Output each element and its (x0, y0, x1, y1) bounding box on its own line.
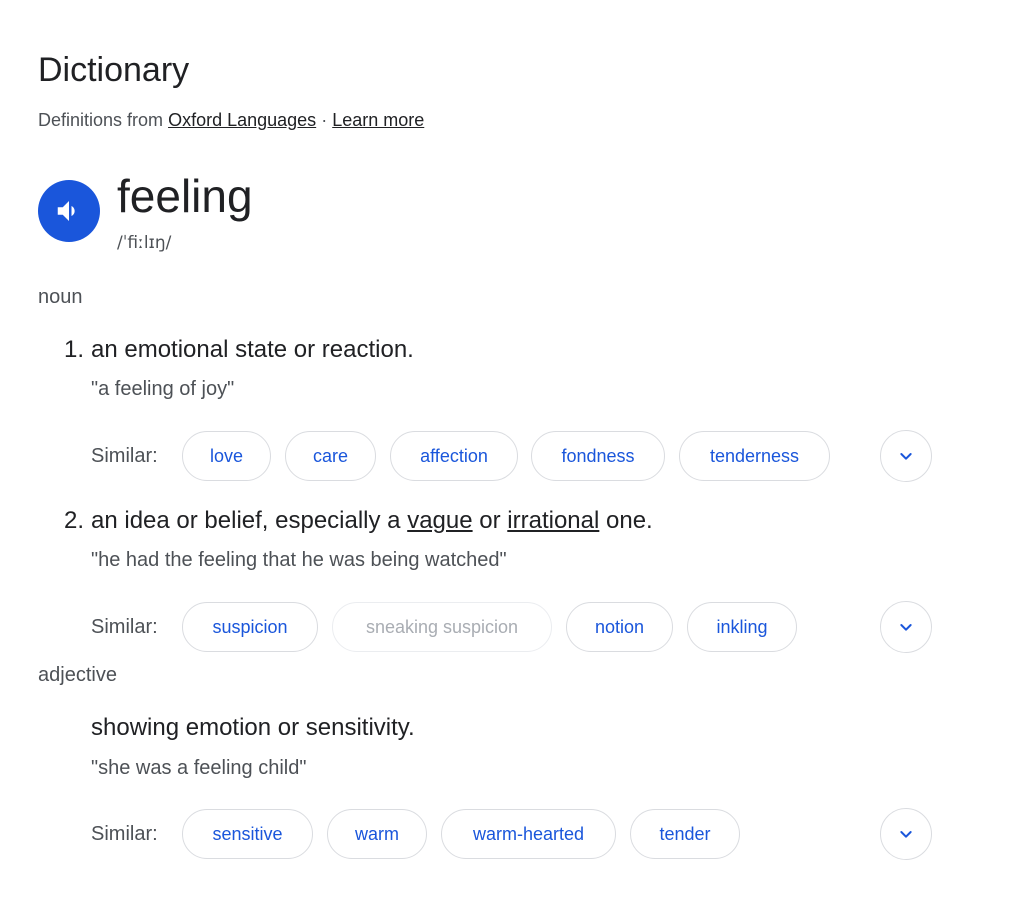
source-prefix: Definitions from (38, 110, 164, 130)
synonym-chip[interactable]: tenderness (679, 431, 830, 481)
synonym-chip[interactable]: sensitive (182, 809, 313, 859)
sense-number: 1. (64, 336, 85, 363)
definition-part: one. (606, 507, 653, 534)
definition-text: an idea or belief, especially a vague or… (91, 506, 653, 536)
expand-similar-button[interactable] (880, 430, 932, 482)
learn-more-link[interactable]: Learn more (332, 110, 424, 130)
synonym-chip[interactable]: affection (390, 431, 518, 481)
synonym-chip-disabled: sneaking suspicion (332, 602, 552, 652)
pronunciation-button[interactable] (38, 180, 100, 242)
chevron-down-icon (900, 453, 912, 460)
definition-text: an emotional state or reaction. (91, 336, 414, 363)
synonym-chip[interactable]: notion (566, 602, 673, 652)
similar-label: Similar: (91, 445, 158, 467)
sense-number: 2. (64, 507, 85, 534)
headword: feeling (117, 170, 253, 222)
similar-label: Similar: (91, 616, 158, 638)
synonym-chip[interactable]: suspicion (182, 602, 318, 652)
oxford-languages-link[interactable]: Oxford Languages (168, 110, 316, 130)
source-line: Definitions from Oxford Languages · Lear… (38, 108, 424, 132)
expand-similar-button[interactable] (880, 808, 932, 860)
synonym-chip[interactable]: warm-hearted (441, 809, 616, 859)
synonym-chip[interactable]: care (285, 431, 376, 481)
synonym-chip[interactable]: warm (327, 809, 427, 859)
dictionary-title: Dictionary (38, 51, 190, 89)
expand-similar-button[interactable] (880, 601, 932, 653)
speaker-icon (57, 201, 75, 221)
example-sentence: "a feeling of joy" (91, 378, 235, 400)
separator-dot: · (321, 110, 328, 130)
part-of-speech-noun: noun (38, 286, 83, 308)
definition-text: showing emotion or sensitivity. (91, 714, 415, 741)
similar-label: Similar: (91, 823, 158, 845)
example-sentence: "she was a feeling child" (91, 757, 307, 779)
phonetic-spelling: /ˈfiːlɪŋ/ (117, 233, 172, 253)
chevron-down-icon (900, 624, 912, 631)
part-of-speech-adjective: adjective (38, 664, 117, 686)
irrational-link[interactable]: irrational (507, 507, 599, 534)
example-sentence: "he had the feeling that he was being wa… (91, 549, 507, 571)
definition-part: or (479, 507, 501, 534)
chevron-down-icon (900, 831, 912, 838)
synonym-chip[interactable]: love (182, 431, 271, 481)
synonym-chip[interactable]: inkling (687, 602, 797, 652)
synonym-chip[interactable]: tender (630, 809, 740, 859)
vague-link[interactable]: vague (407, 507, 472, 534)
synonym-chip[interactable]: fondness (531, 431, 665, 481)
definition-part: an idea or belief, especially a (91, 507, 401, 534)
